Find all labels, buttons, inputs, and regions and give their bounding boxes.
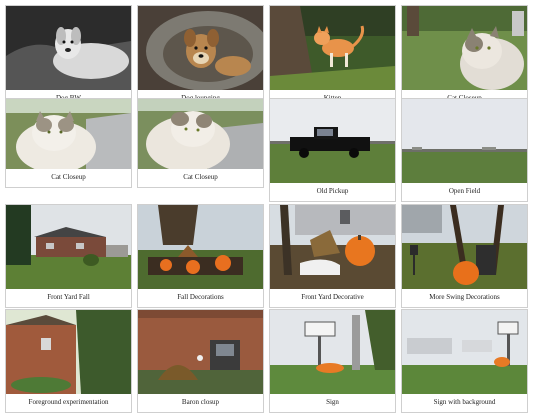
photo-thumbnail[interactable] (270, 310, 395, 394)
photo-thumbnail[interactable] (138, 310, 263, 394)
gallery-card[interactable]: Sign with background (401, 309, 528, 413)
photo-caption: Fall Decorations (177, 293, 224, 301)
photo-thumbnail[interactable] (270, 99, 395, 183)
photo-caption: Front Yard Decorative (301, 293, 364, 301)
gallery-card[interactable]: Cat Closeup (137, 98, 264, 188)
gallery-card[interactable]: Dog BW (5, 5, 132, 109)
photo-thumbnail[interactable] (6, 6, 131, 90)
gallery-card[interactable]: Sign (269, 309, 396, 413)
photo-caption: Foreground experimentation (28, 398, 109, 406)
photo-caption: Baron closup (181, 398, 220, 406)
photo-caption: Sign with background (433, 398, 496, 406)
photo-thumbnail[interactable] (138, 205, 263, 289)
photo-caption: Cat Closeup (51, 173, 86, 181)
gallery-card[interactable]: Kitten (269, 5, 396, 109)
photo-thumbnail[interactable] (6, 205, 131, 289)
gallery-card[interactable]: Front Yard Decorative (269, 204, 396, 308)
photo-caption: Sign (326, 398, 339, 406)
photo-thumbnail[interactable] (138, 6, 263, 90)
gallery-card[interactable]: Open Field (401, 98, 528, 202)
photo-thumbnail[interactable] (6, 310, 131, 394)
photo-caption: Front Yard Fall (47, 293, 90, 301)
gallery-card[interactable]: Dog lounging (137, 5, 264, 109)
photo-thumbnail[interactable] (6, 99, 131, 169)
gallery-card[interactable]: Old Pickup (269, 98, 396, 202)
photo-thumbnail[interactable] (402, 205, 527, 289)
photo-thumbnail[interactable] (402, 6, 527, 90)
gallery-card[interactable]: Cat Closeup (401, 5, 528, 109)
photo-caption: Cat Closeup (183, 173, 218, 181)
photo-thumbnail[interactable] (270, 6, 395, 90)
photo-caption: More Swing Decorations (429, 293, 500, 301)
photo-thumbnail[interactable] (138, 99, 263, 169)
photo-thumbnail[interactable] (402, 99, 527, 183)
gallery-card[interactable]: Front Yard Fall (5, 204, 132, 308)
gallery-card[interactable]: Foreground experimentation (5, 309, 132, 413)
photo-thumbnail[interactable] (402, 310, 527, 394)
photo-thumbnail[interactable] (270, 205, 395, 289)
gallery-card[interactable]: Baron closup (137, 309, 264, 413)
photo-gallery: Dog BW Dog lounging (0, 0, 540, 413)
gallery-card[interactable]: Fall Decorations (137, 204, 264, 308)
gallery-card[interactable]: More Swing Decorations (401, 204, 528, 308)
gallery-card[interactable]: Cat Closeup (5, 98, 132, 188)
photo-caption: Open Field (448, 187, 481, 195)
photo-caption: Old Pickup (316, 187, 349, 195)
